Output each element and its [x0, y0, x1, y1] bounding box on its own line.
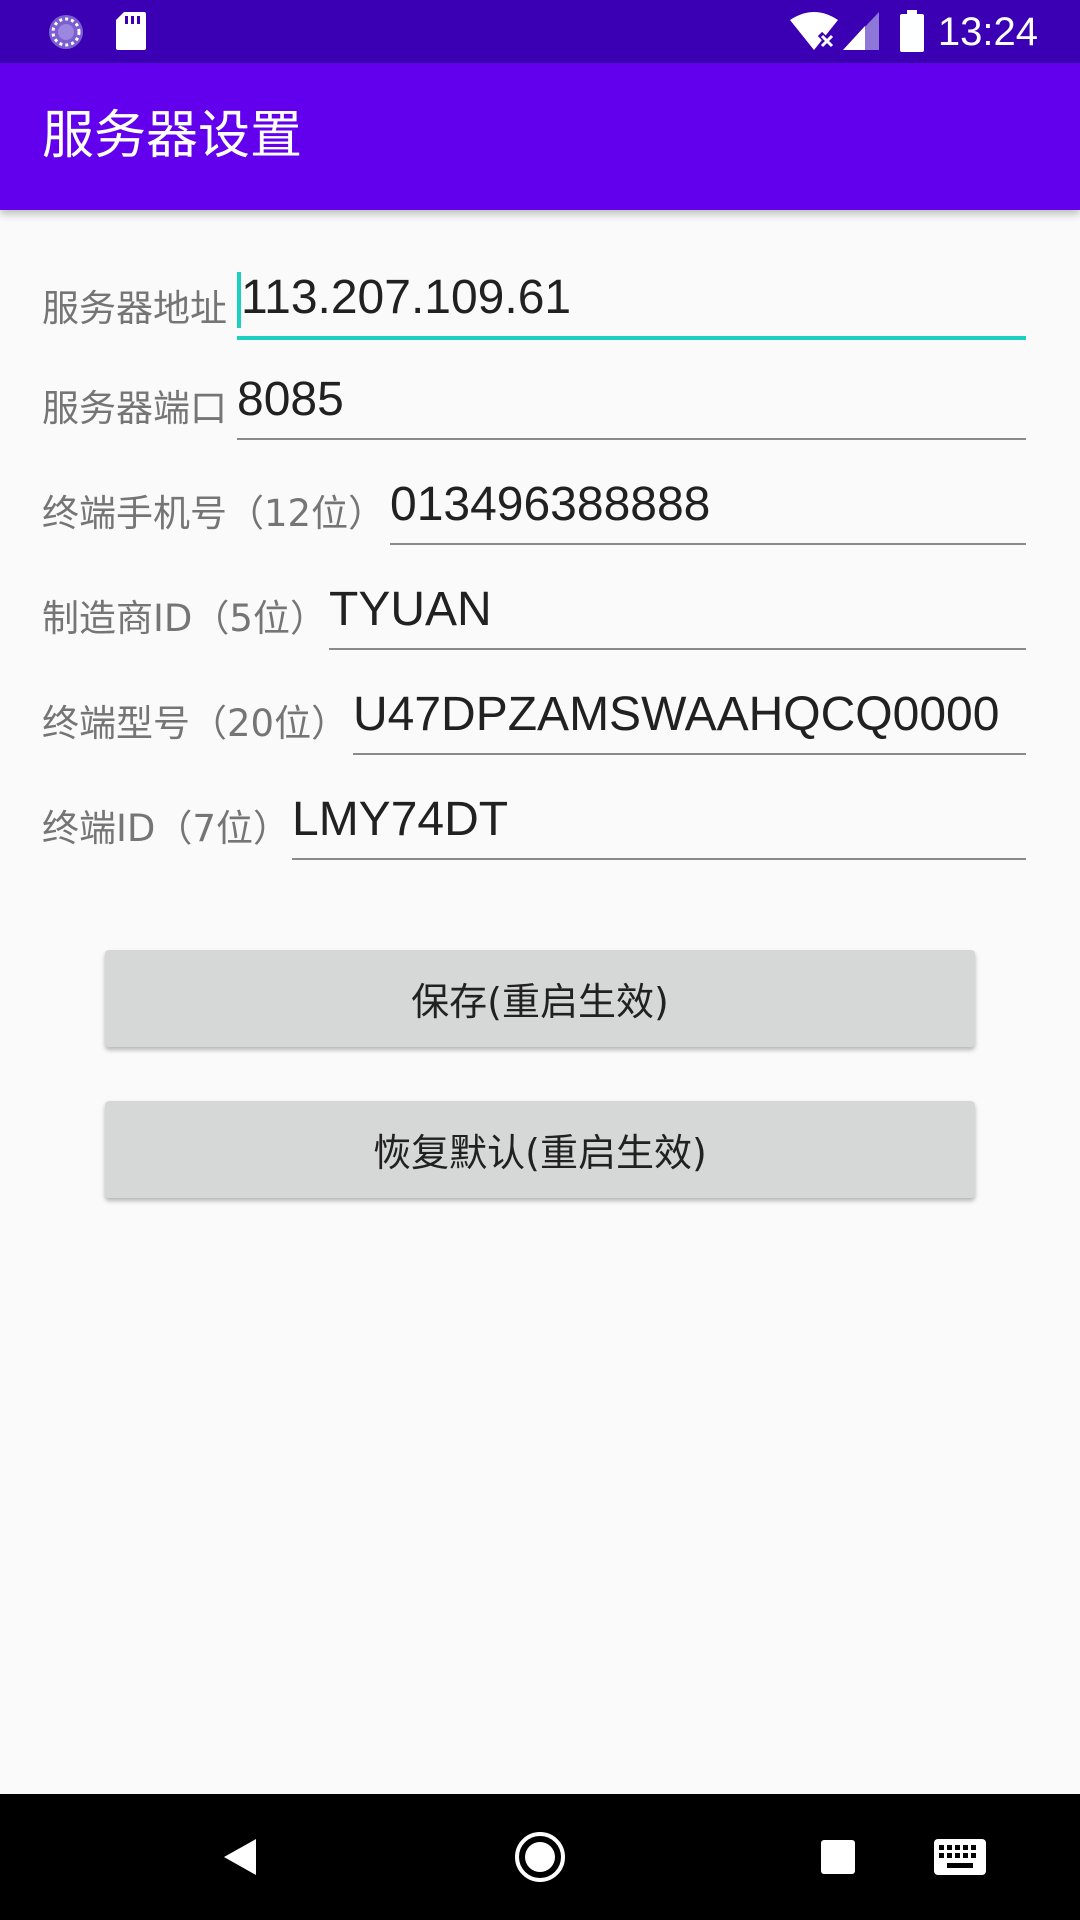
restore-default-button[interactable]: 恢复默认(重启生效)	[105, 1101, 975, 1198]
battery-icon	[900, 10, 924, 56]
server-address-input[interactable]: 113.207.109.61	[237, 260, 1026, 340]
home-icon[interactable]	[514, 1831, 566, 1887]
back-icon[interactable]	[222, 1837, 258, 1881]
save-button[interactable]: 保存(重启生效)	[105, 950, 975, 1047]
manufacturer-id-row: 制造商ID（5位） TYUAN	[42, 570, 1026, 650]
signal-icon	[843, 12, 879, 54]
terminal-model-label: 终端型号（20位）	[42, 702, 349, 745]
manufacturer-id-input[interactable]: TYUAN	[329, 570, 1026, 650]
server-port-value: 8085	[237, 373, 344, 426]
terminal-model-value: U47DPZAMSWAAHQCQ0000	[353, 688, 1000, 741]
recents-icon[interactable]	[821, 1840, 855, 1878]
server-address-row: 服务器地址 113.207.109.61	[42, 260, 1026, 340]
server-port-row: 服务器端口 8085	[42, 360, 1026, 440]
wifi-off-icon	[790, 12, 838, 54]
server-port-label: 服务器端口	[42, 387, 227, 430]
manufacturer-id-label: 制造商ID（5位）	[42, 597, 327, 640]
page-title: 服务器设置	[42, 106, 303, 166]
terminal-phone-input[interactable]: 013496388888	[390, 465, 1026, 545]
server-port-input[interactable]: 8085	[237, 360, 1026, 440]
sync-icon	[46, 12, 86, 56]
terminal-id-input[interactable]: LMY74DT	[292, 780, 1026, 860]
terminal-phone-value: 013496388888	[390, 478, 711, 531]
terminal-model-input[interactable]: U47DPZAMSWAAHQCQ0000	[353, 675, 1026, 755]
status-bar: 13:24	[0, 0, 1080, 63]
terminal-id-label: 终端ID（7位）	[42, 807, 290, 850]
sd-card-icon	[116, 12, 146, 54]
server-address-value: 113.207.109.61	[241, 271, 572, 324]
clock-time: 13:24	[937, 10, 1038, 54]
terminal-id-row: 终端ID（7位） LMY74DT	[42, 780, 1026, 860]
server-address-label: 服务器地址	[42, 287, 227, 330]
app-bar: 服务器设置	[0, 63, 1080, 210]
manufacturer-id-value: TYUAN	[329, 583, 492, 636]
terminal-phone-row: 终端手机号（12位） 013496388888	[42, 465, 1026, 545]
terminal-id-value: LMY74DT	[292, 793, 509, 846]
navigation-bar	[0, 1794, 1080, 1920]
keyboard-icon[interactable]	[934, 1839, 986, 1879]
terminal-phone-label: 终端手机号（12位）	[42, 492, 386, 535]
terminal-model-row: 终端型号（20位） U47DPZAMSWAAHQCQ0000	[42, 675, 1026, 755]
